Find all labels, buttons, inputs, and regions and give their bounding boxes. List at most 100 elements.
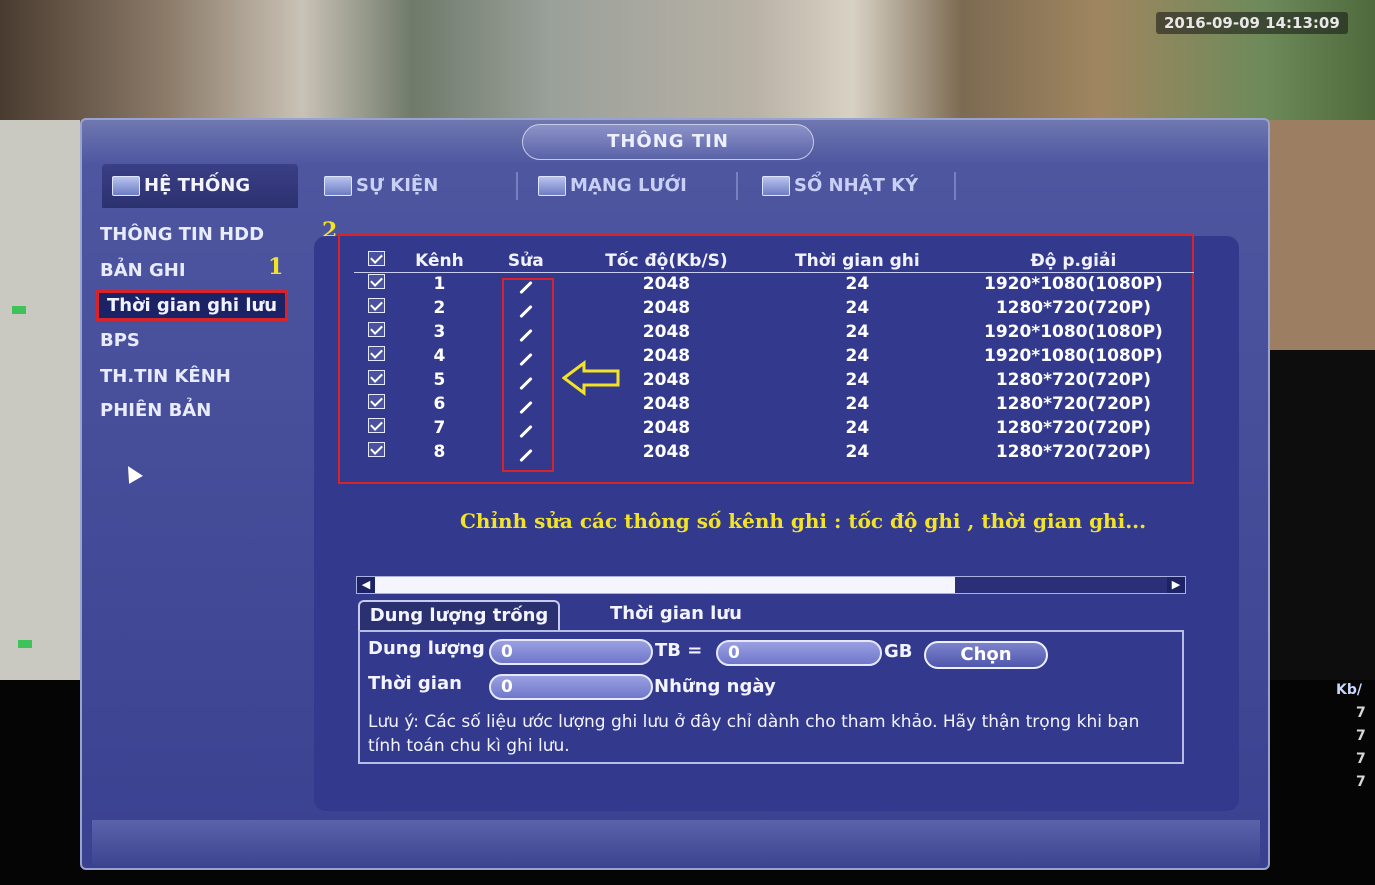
- channel-cell: 4: [433, 346, 446, 366]
- capacity-gb-input[interactable]: 0: [716, 640, 882, 666]
- row-checkbox[interactable]: [354, 320, 398, 344]
- table-row[interactable]: 7 2048 24 1280*720(720P): [354, 416, 1194, 440]
- column-header: Kênh: [398, 250, 481, 273]
- select-all-checkbox[interactable]: [354, 250, 399, 273]
- column-header: Tốc độ(Kb/S): [571, 250, 762, 273]
- row-checkbox[interactable]: [354, 296, 398, 320]
- checkbox-icon: [367, 442, 385, 457]
- checkbox-icon: [367, 346, 385, 361]
- resolution-cell: 1280*720(720P): [995, 418, 1151, 438]
- channel-cell: 2: [433, 298, 446, 318]
- checkbox-icon: [367, 322, 385, 337]
- days-unit-label: Những ngày: [654, 676, 776, 697]
- record-time-cell: 24: [845, 442, 870, 462]
- time-days-input[interactable]: 0: [489, 674, 653, 700]
- tab-label: SỔ NHẬT KÝ: [794, 175, 919, 196]
- capacity-tb-input[interactable]: 0: [489, 639, 653, 665]
- table-row[interactable]: 6 2048 24 1280*720(720P): [354, 392, 1194, 416]
- camera-feed-left: [0, 120, 80, 680]
- resolution-cell: 1280*720(720P): [995, 394, 1151, 414]
- menu-item-channel-info[interactable]: TH.TIN KÊNH: [100, 366, 231, 387]
- network-icon: [538, 176, 566, 196]
- record-time-cell: 24: [845, 298, 870, 318]
- tab-event[interactable]: SỰ KIỆN: [324, 164, 494, 208]
- checkbox-icon: [367, 250, 385, 266]
- choose-button[interactable]: Chọn: [924, 641, 1048, 669]
- channel-cell: 1: [433, 274, 446, 295]
- menu-item-bps[interactable]: BPS: [100, 330, 140, 351]
- bitrate-cell: 2048: [642, 418, 691, 438]
- table-row[interactable]: 8 2048 24 1280*720(720P): [354, 440, 1194, 464]
- instruction-annotation: Chỉnh sửa các thông số kênh ghi : tốc độ…: [460, 509, 1147, 533]
- table-header-row: Kênh Sửa Tốc độ(Kb/S) Thời gian ghi Độ p…: [354, 250, 1194, 273]
- resolution-cell: 1280*720(720P): [995, 298, 1151, 318]
- horizontal-scrollbar[interactable]: ◀ ▶: [356, 576, 1186, 594]
- gb-unit-label: GB: [884, 641, 913, 662]
- bitrate-label: Kb/: [1336, 682, 1362, 698]
- record-time-cell: 24: [845, 418, 870, 438]
- checkbox-icon: [367, 298, 385, 313]
- bitrate-cell: 2048: [642, 442, 691, 462]
- tab-system[interactable]: HỆ THỐNG: [102, 164, 298, 208]
- resolution-cell: 1280*720(720P): [995, 442, 1151, 462]
- row-checkbox[interactable]: [354, 416, 398, 440]
- bitrate-value: 7: [1356, 705, 1366, 721]
- channel-cell: 8: [433, 442, 446, 462]
- bitrate-value: 7: [1356, 751, 1366, 767]
- annotation-number: 1: [268, 254, 284, 280]
- table-row[interactable]: 5 2048 24 1280*720(720P): [354, 368, 1194, 392]
- info-window: THÔNG TIN HỆ THỐNG SỰ KIỆN MẠNG LƯỚI SỔ …: [80, 118, 1270, 870]
- capacity-label: Dung lượng: [368, 638, 485, 659]
- tab-log[interactable]: SỔ NHẬT KÝ: [762, 164, 962, 208]
- tab-retention-time[interactable]: Thời gian lưu: [610, 600, 742, 630]
- channel-cell: 3: [433, 322, 446, 342]
- main-tabs: HỆ THỐNG SỰ KIỆN MẠNG LƯỚI SỔ NHẬT KÝ: [102, 164, 1252, 208]
- tab-divider: [736, 172, 738, 200]
- menu-item-version[interactable]: PHIÊN BẢN: [100, 400, 211, 421]
- window-title: THÔNG TIN: [522, 124, 814, 160]
- resolution-cell: 1920*1080(1080P): [983, 322, 1163, 342]
- left-arrow-icon: [562, 360, 620, 396]
- mouse-cursor-icon: [121, 462, 143, 484]
- log-book-icon: [762, 176, 790, 196]
- record-time-cell: 24: [845, 322, 870, 342]
- record-indicator-icon: [12, 306, 26, 314]
- record-time-cell: 24: [845, 346, 870, 366]
- bitrate-value: 7: [1356, 774, 1366, 790]
- column-header: Độ p.giải: [952, 250, 1194, 273]
- menu-item-record[interactable]: BẢN GHI: [100, 260, 186, 281]
- row-checkbox[interactable]: [354, 440, 398, 464]
- window-footer: [92, 820, 1260, 866]
- bitrate-value: 7: [1356, 728, 1366, 744]
- row-checkbox[interactable]: [354, 344, 398, 368]
- table-row[interactable]: 4 2048 24 1920*1080(1080P): [354, 344, 1194, 368]
- scroll-right-icon[interactable]: ▶: [1167, 577, 1185, 593]
- table-row[interactable]: 3 2048 24 1920*1080(1080P): [354, 320, 1194, 344]
- event-icon: [324, 176, 352, 196]
- row-checkbox[interactable]: [354, 392, 398, 416]
- scroll-left-icon[interactable]: ◀: [357, 577, 375, 593]
- tab-free-space[interactable]: Dung lượng trống: [358, 600, 560, 630]
- bitrate-cell: 2048: [642, 298, 691, 318]
- table-row[interactable]: 2 2048 24 1280*720(720P): [354, 296, 1194, 320]
- checkbox-icon: [367, 370, 385, 385]
- channel-cell: 5: [433, 370, 446, 390]
- record-indicator-icon: [18, 640, 32, 648]
- row-checkbox[interactable]: [354, 272, 398, 296]
- channel-cell: 7: [433, 418, 446, 438]
- row-checkbox[interactable]: [354, 368, 398, 392]
- menu-item-record-time[interactable]: Thời gian ghi lưu: [96, 290, 289, 321]
- tb-unit-label: TB =: [655, 640, 703, 661]
- tab-label: MẠNG LƯỚI: [570, 175, 687, 196]
- channel-table: Kênh Sửa Tốc độ(Kb/S) Thời gian ghi Độ p…: [354, 250, 1194, 464]
- time-label: Thời gian: [368, 673, 462, 694]
- scroll-thumb[interactable]: [375, 577, 955, 593]
- resolution-cell: 1920*1080(1080P): [983, 346, 1163, 366]
- tab-network[interactable]: MẠNG LƯỚI: [538, 164, 728, 208]
- menu-item-hdd-info[interactable]: THÔNG TIN HDD: [100, 224, 264, 245]
- table-row[interactable]: 1 2048 24 1920*1080(1080P): [354, 272, 1194, 296]
- checkbox-icon: [367, 274, 385, 290]
- column-header: Thời gian ghi: [761, 250, 953, 273]
- bitrate-cell: 2048: [642, 322, 691, 342]
- record-time-cell: 24: [845, 370, 870, 390]
